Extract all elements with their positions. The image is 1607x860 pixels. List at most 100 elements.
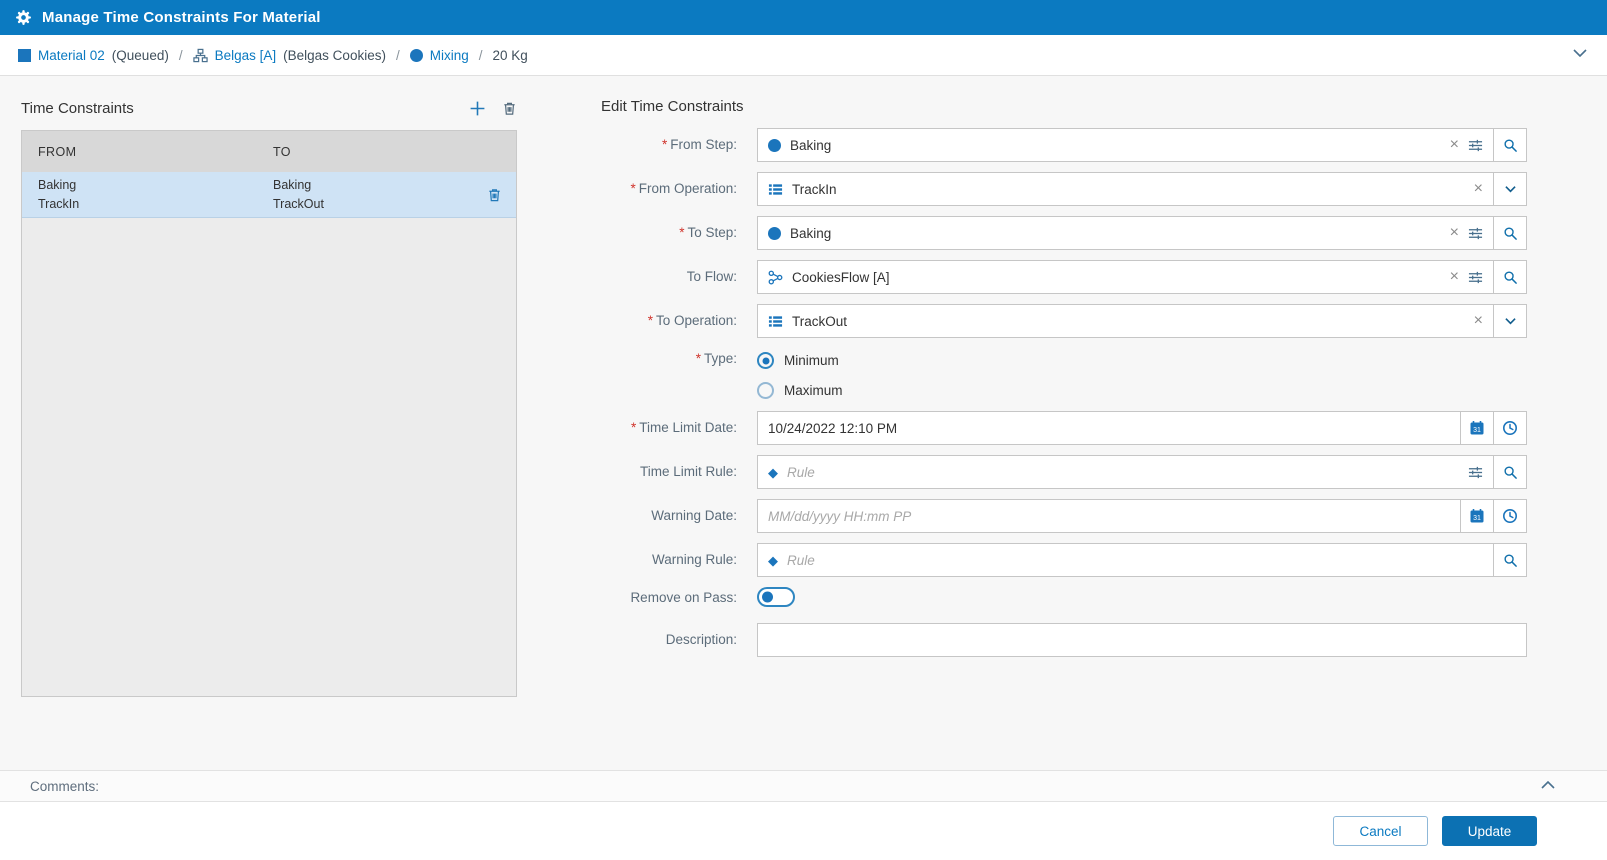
to-operation-label: * To Operation: — [647, 313, 737, 328]
from-step-search-button[interactable] — [1494, 128, 1527, 162]
remove-on-pass-label: Remove on Pass: — [630, 590, 737, 605]
required-marker: * — [661, 137, 668, 152]
footer-action-bar: Cancel Update — [0, 802, 1607, 860]
warning-date-calendar-button[interactable]: 31 — [1461, 499, 1494, 533]
row-to-operation: TrackOut — [273, 197, 324, 211]
to-operation-combobox[interactable]: TrackOut × — [757, 304, 1494, 338]
time-limit-date-input[interactable]: 10/24/2022 12:10 PM — [757, 411, 1461, 445]
operation-icon — [768, 314, 783, 329]
type-option-maximum[interactable]: Maximum — [757, 380, 843, 401]
required-marker: * — [695, 351, 701, 366]
form-row-warning-date: Warning Date: MM/dd/yyyy HH:mm PP 31 — [601, 499, 1527, 533]
time-limit-rule-label: Time Limit Rule: — [639, 464, 737, 479]
breadcrumb-collapse-chevron-icon[interactable] — [1573, 49, 1587, 57]
row-delete-button[interactable] — [487, 187, 502, 202]
to-flow-value: CookiesFlow [A] — [792, 269, 890, 285]
time-limit-rule-search-button[interactable] — [1494, 455, 1527, 489]
warning-date-placeholder: MM/dd/yyyy HH:mm PP — [768, 508, 912, 524]
form-row-from-operation: * From Operation: TrackIn × — [601, 172, 1527, 206]
row-from-operation: TrackIn — [38, 197, 80, 211]
time-limit-rule-placeholder: Rule — [787, 464, 815, 480]
breadcrumb-material-link[interactable]: Material 02 — [38, 48, 105, 63]
time-limit-rule-combobox[interactable]: ◆ Rule — [757, 455, 1494, 489]
to-operation-value: TrackOut — [792, 313, 848, 329]
warning-date-input[interactable]: MM/dd/yyyy HH:mm PP — [757, 499, 1461, 533]
form-row-description: Description: — [601, 623, 1527, 657]
form-row-warning-rule: Warning Rule: ◆ Rule — [601, 543, 1527, 577]
to-flow-search-button[interactable] — [1494, 260, 1527, 294]
form-row-remove-on-pass: Remove on Pass: — [601, 587, 1527, 609]
description-input[interactable] — [757, 623, 1527, 657]
rule-icon: ◆ — [768, 464, 778, 480]
filter-icon[interactable] — [1468, 465, 1483, 480]
table-row[interactable]: Baking TrackIn Baking TrackOut — [22, 172, 516, 218]
breadcrumb-separator: / — [478, 47, 483, 63]
main-content: Time Constraints FROM TO Baking TrackIn … — [0, 76, 1607, 770]
add-constraint-button[interactable] — [469, 100, 486, 117]
breadcrumb-flow-link[interactable]: Belgas [A] — [215, 48, 277, 63]
update-button[interactable]: Update — [1442, 816, 1537, 846]
filter-icon[interactable] — [1468, 270, 1483, 285]
radio-unselected-icon[interactable] — [757, 382, 774, 399]
from-operation-label: * From Operation: — [630, 181, 737, 196]
radio-label: Maximum — [784, 383, 843, 398]
clear-icon[interactable]: × — [1450, 225, 1459, 241]
edit-time-constraints-panel: Edit Time Constraints * From Step: Baking… — [601, 98, 1527, 667]
window-titlebar: Manage Time Constraints For Material — [0, 0, 1607, 35]
step-icon — [409, 48, 423, 62]
clear-icon[interactable]: × — [1450, 269, 1459, 285]
to-flow-combobox[interactable]: CookiesFlow [A] × — [757, 260, 1494, 294]
delete-constraint-button[interactable] — [502, 101, 517, 116]
warning-rule-label: Warning Rule: — [651, 552, 737, 567]
description-label: Description: — [665, 632, 737, 647]
breadcrumb-separator: / — [395, 47, 400, 63]
form-row-time-limit-rule: Time Limit Rule: ◆ Rule — [601, 455, 1527, 489]
time-limit-date-calendar-button[interactable]: 31 — [1461, 411, 1494, 445]
clear-icon[interactable]: × — [1450, 137, 1459, 153]
to-step-label: * To Step: — [679, 225, 737, 240]
warning-rule-combobox[interactable]: ◆ Rule — [757, 543, 1494, 577]
clear-icon[interactable]: × — [1474, 181, 1483, 197]
radio-selected-icon[interactable] — [757, 352, 774, 369]
warning-date-clock-button[interactable] — [1494, 499, 1527, 533]
from-operation-combobox[interactable]: TrackIn × — [757, 172, 1494, 206]
comments-section: Comments: — [0, 770, 1607, 802]
from-step-value: Baking — [790, 137, 832, 153]
remove-on-pass-toggle[interactable] — [757, 587, 795, 607]
warning-rule-search-button[interactable] — [1494, 543, 1527, 577]
to-flow-label: To Flow: — [686, 269, 737, 284]
type-option-minimum[interactable]: Minimum — [757, 350, 843, 371]
from-step-label: * From Step: — [661, 137, 737, 152]
form-row-to-step: * To Step: Baking × — [601, 216, 1527, 250]
warning-rule-placeholder: Rule — [787, 552, 815, 568]
filter-icon[interactable] — [1468, 138, 1483, 153]
operation-icon — [768, 182, 783, 197]
rule-icon: ◆ — [768, 552, 778, 568]
step-icon — [768, 226, 781, 240]
filter-icon[interactable] — [1468, 226, 1483, 241]
breadcrumb-step-link[interactable]: Mixing — [430, 48, 469, 63]
radio-label: Minimum — [784, 353, 839, 368]
required-marker: * — [679, 225, 685, 240]
clear-icon[interactable]: × — [1474, 313, 1483, 329]
cancel-button[interactable]: Cancel — [1333, 816, 1428, 846]
form-row-type: * Type: Minimum Maximum — [601, 348, 1527, 401]
to-step-combobox[interactable]: Baking × — [757, 216, 1494, 250]
from-step-combobox[interactable]: Baking × — [757, 128, 1494, 162]
material-quantity: 20 Kg — [492, 47, 528, 63]
required-marker: * — [630, 420, 637, 435]
from-operation-value: TrackIn — [792, 181, 837, 197]
edit-panel-title: Edit Time Constraints — [601, 98, 744, 115]
comments-label: Comments: — [30, 778, 100, 794]
type-radio-group: Minimum Maximum — [757, 348, 843, 401]
to-step-search-button[interactable] — [1494, 216, 1527, 250]
to-operation-dropdown-button[interactable] — [1494, 304, 1527, 338]
flow-icon — [192, 48, 208, 63]
comments-collapse-chevron-icon[interactable] — [1541, 781, 1555, 789]
flow-icon — [768, 270, 783, 285]
time-limit-date-clock-button[interactable] — [1494, 411, 1527, 445]
form-row-from-step: * From Step: Baking × — [601, 128, 1527, 162]
warning-date-label: Warning Date: — [651, 508, 737, 523]
column-header-from: FROM — [38, 144, 77, 159]
from-operation-dropdown-button[interactable] — [1494, 172, 1527, 206]
